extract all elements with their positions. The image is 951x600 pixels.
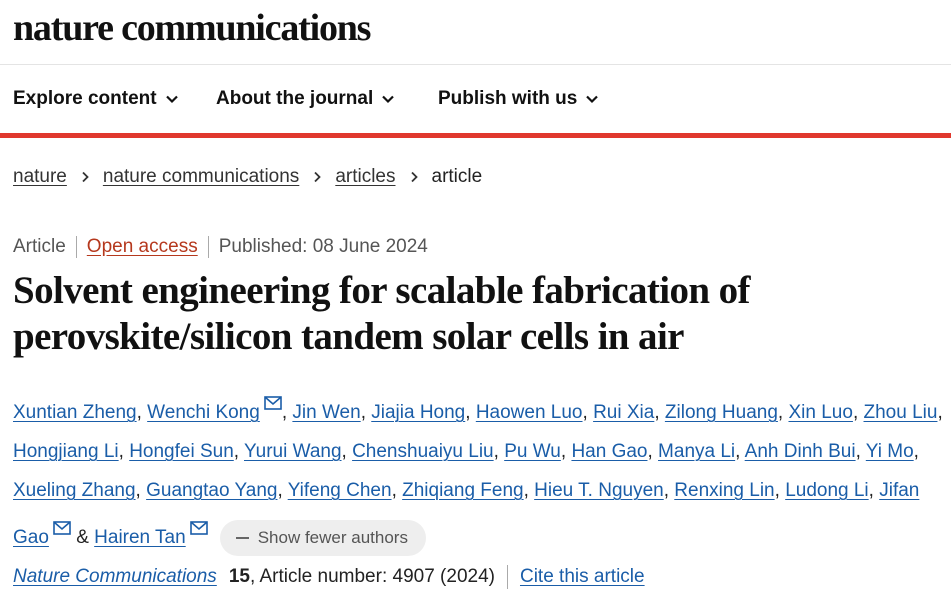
author-link[interactable]: Xueling Zhang [13,480,136,501]
volume-number: 15 [228,566,250,587]
breadcrumb: nature nature communications articles ar… [13,166,482,188]
journal-name-link[interactable]: Nature Communications [13,566,217,588]
author-link[interactable]: Zhiqiang Feng [402,480,523,501]
divider [207,236,209,258]
button-label: Show fewer authors [257,528,408,548]
author-link[interactable]: Anh Dinh Bui [745,441,856,462]
author-link[interactable]: Jiajia Hong [371,402,465,423]
author-link[interactable]: Hieu T. Nguyen [534,480,664,501]
divider [506,565,508,589]
nav-label: Publish with us [438,88,578,109]
open-access-link[interactable]: Open access [87,236,198,258]
chevron-right-icon [410,171,418,183]
nav-label: About the journal [216,88,374,109]
author-link[interactable]: Yi Mo [866,441,914,462]
author-link[interactable]: Chenshuaiyu Liu [352,441,494,462]
minus-icon [235,536,249,539]
published-date: Published: 08 June 2024 [218,236,428,257]
author-link[interactable]: Hairen Tan [94,527,186,548]
author-link[interactable]: Han Gao [571,441,647,462]
nav-publish-with-us[interactable]: Publish with us [438,65,599,133]
nav-about-journal[interactable]: About the journal [216,65,395,133]
article-title: Solvent engineering for scalable fabrica… [13,269,751,358]
article-meta: Article Open access Published: 08 June 2… [13,236,428,258]
chevron-right-icon [314,171,322,183]
breadcrumb-link-nature[interactable]: nature [13,166,67,188]
author-link[interactable]: Rui Xia [593,402,654,423]
author-link[interactable]: Zilong Huang [665,402,778,423]
author-link[interactable]: Wenchi Kong [147,402,260,423]
chevron-down-icon [165,95,178,104]
author-link[interactable]: Xin Luo [788,402,852,423]
author-link[interactable]: Renxing Lin [674,480,774,501]
email-icon[interactable] [264,385,282,410]
citation-line: Nature Communications 15 , Article numbe… [13,565,645,589]
article-type: Article [13,236,66,257]
breadcrumb-link-nature-communications[interactable]: nature communications [103,166,299,188]
site-header: nature communications [0,0,951,65]
author-link[interactable]: Pu Wu [504,441,561,462]
author-link[interactable]: Yurui Wang [244,441,342,462]
author-list: Xuntian Zheng, Wenchi Kong, Jin Wen, Jia… [13,385,943,557]
author-link[interactable]: Xuntian Zheng [13,402,137,423]
author-link[interactable]: Hongjiang Li [13,441,119,462]
divider [75,236,77,258]
email-icon[interactable] [189,510,208,535]
author-link[interactable]: Guangtao Yang [146,480,277,501]
nav-label: Explore content [13,88,157,109]
author-link[interactable]: Yifeng Chen [288,480,392,501]
chevron-right-icon [82,171,89,183]
author-link[interactable]: Hongfei Sun [129,441,234,462]
site-logo[interactable]: nature communications [13,6,371,50]
chevron-down-icon [586,95,599,104]
cite-this-article-link[interactable]: Cite this article [520,566,645,588]
article-number: , Article number: 4907 (2024) [249,566,495,587]
chevron-down-icon [382,95,395,104]
main-nav: Explore content About the journal Publis… [0,65,951,138]
show-fewer-authors-button[interactable]: Show fewer authors [219,519,426,556]
author-link[interactable]: Zhou Liu [864,402,938,423]
author-link[interactable]: Jin Wen [292,402,360,423]
breadcrumb-link-articles[interactable]: articles [335,166,395,188]
author-link[interactable]: Ludong Li [785,480,868,501]
author-link[interactable]: Haowen Luo [476,402,583,423]
email-icon[interactable] [53,510,71,535]
nav-explore-content[interactable]: Explore content [13,65,179,133]
breadcrumb-current: article [431,166,483,187]
author-link[interactable]: Manya Li [658,441,735,462]
